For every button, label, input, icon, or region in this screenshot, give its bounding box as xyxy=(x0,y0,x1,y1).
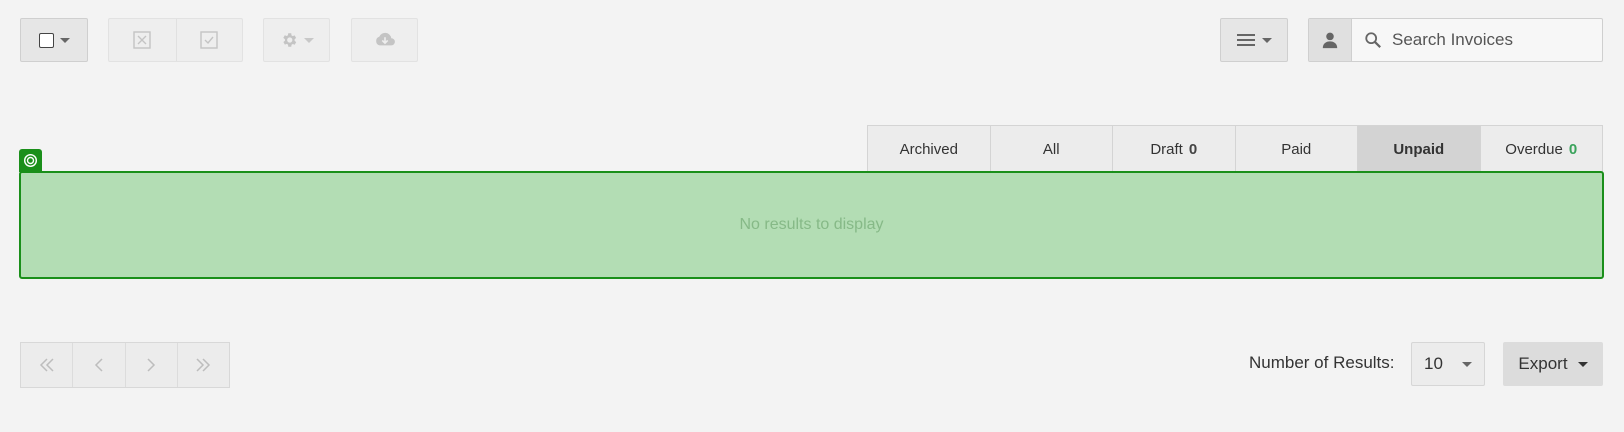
pagination xyxy=(20,342,230,388)
double-chevron-left-icon xyxy=(39,358,54,372)
results-count-label: Number of Results: xyxy=(1249,353,1395,372)
tab-overdue[interactable]: Overdue 0 xyxy=(1481,126,1603,173)
results-count-value: 10 xyxy=(1424,354,1443,373)
approve-icon xyxy=(200,31,218,49)
search-box xyxy=(1308,18,1603,62)
tab-label: All xyxy=(1042,141,1060,158)
select-all-dropdown[interactable] xyxy=(20,18,88,62)
chevron-down-icon xyxy=(303,37,314,43)
invoice-status-tabs: Archived All Draft 0 Paid Unpaid Overdue… xyxy=(867,125,1603,173)
columns-menu-dropdown[interactable] xyxy=(1220,18,1288,62)
chevron-down-icon xyxy=(1577,361,1588,367)
reject-button[interactable] xyxy=(109,19,176,61)
tab-unpaid[interactable]: Unpaid xyxy=(1358,126,1481,173)
user-icon xyxy=(1322,32,1338,49)
tab-label: Archived xyxy=(899,141,958,158)
search-area xyxy=(1352,19,1602,61)
target-icon xyxy=(19,149,42,172)
search-icon xyxy=(1365,32,1381,48)
list-menu-icon xyxy=(1237,34,1255,46)
checkbox-icon[interactable] xyxy=(38,32,54,48)
tab-label: Unpaid xyxy=(1393,141,1445,158)
tab-label: Overdue xyxy=(1505,141,1563,158)
chevron-left-icon xyxy=(94,358,103,372)
tab-draft[interactable]: Draft 0 xyxy=(1113,126,1236,173)
tab-all[interactable]: All xyxy=(991,126,1113,173)
chevron-right-icon xyxy=(147,358,156,372)
cloud-download-icon xyxy=(375,32,395,46)
tab-label: Paid xyxy=(1281,141,1312,158)
bulk-action-group xyxy=(108,18,243,62)
chevron-down-icon xyxy=(1262,37,1272,43)
tab-archived[interactable]: Archived xyxy=(868,126,991,173)
export-label: Export xyxy=(1518,354,1568,373)
download-button[interactable] xyxy=(351,18,418,62)
export-button[interactable]: Export xyxy=(1503,342,1603,386)
gear-icon xyxy=(282,33,296,47)
chevron-down-icon xyxy=(1462,361,1472,367)
approve-button[interactable] xyxy=(175,19,243,61)
first-page-button[interactable] xyxy=(21,343,74,387)
reject-icon xyxy=(133,31,151,49)
results-panel: No results to display xyxy=(19,171,1604,279)
empty-results-message: No results to display xyxy=(739,216,884,233)
tab-label: Draft xyxy=(1150,141,1183,158)
double-chevron-right-icon xyxy=(196,358,211,372)
tab-count: 0 xyxy=(1568,141,1578,158)
tab-paid[interactable]: Paid xyxy=(1236,126,1358,173)
tab-count: 0 xyxy=(1188,141,1198,158)
settings-dropdown[interactable] xyxy=(263,18,330,62)
search-input[interactable] xyxy=(1392,30,1602,50)
next-page-button[interactable] xyxy=(126,343,178,387)
results-count-select[interactable]: 10 xyxy=(1411,342,1485,386)
chevron-down-icon xyxy=(59,37,70,43)
last-page-button[interactable] xyxy=(178,343,229,387)
user-filter-button[interactable] xyxy=(1309,19,1352,61)
previous-page-button[interactable] xyxy=(73,343,126,387)
